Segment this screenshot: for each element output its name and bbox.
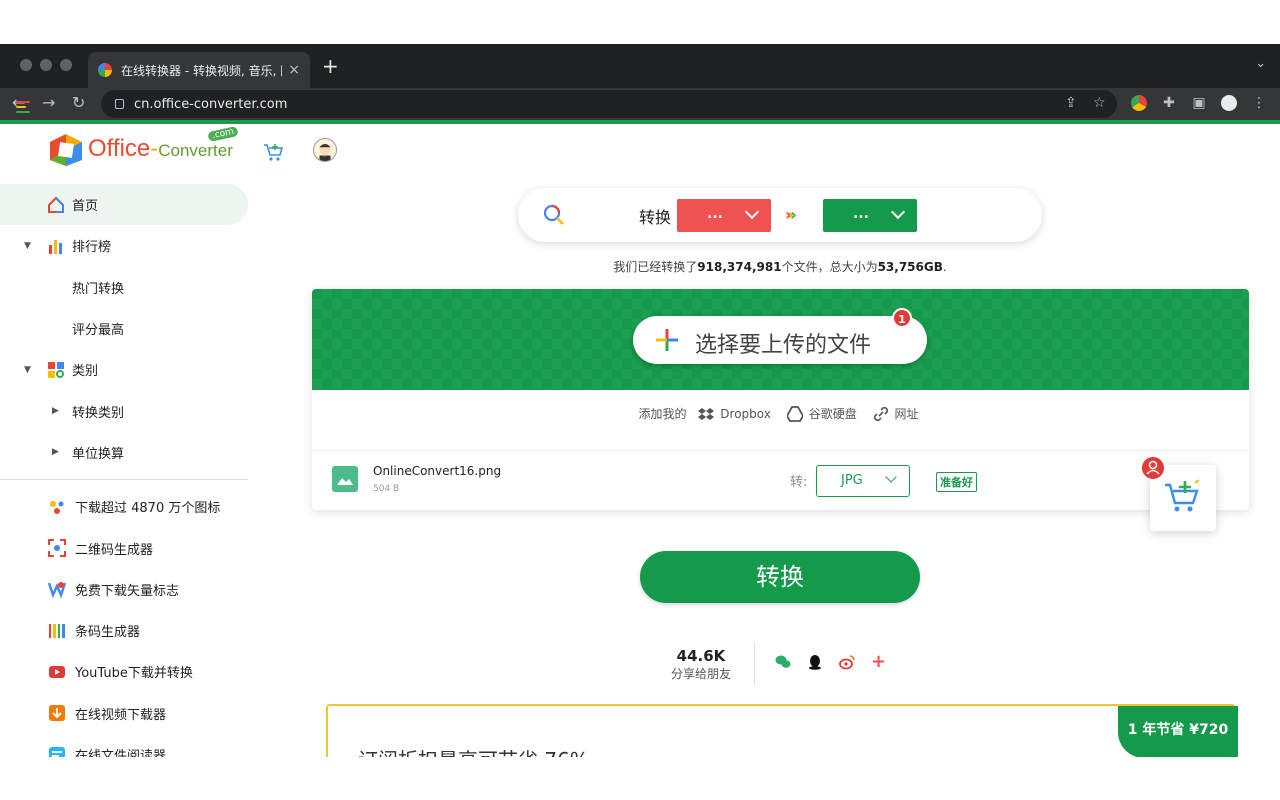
tab-title: 在线转换器 - 转换视频, 音乐, 图像 (121, 63, 282, 78)
user-face-icon (319, 143, 331, 161)
dropbox-icon (698, 407, 715, 420)
floating-cart-widget[interactable] (1140, 455, 1216, 531)
url-text[interactable]: cn.office-converter.com (134, 97, 287, 112)
add-from-label: 添加我的 (638, 407, 687, 421)
caret-down-icon[interactable]: ▼ (24, 241, 31, 251)
choose-file-label: 选择要上传的文件 (695, 333, 872, 358)
convert-label: 转换 (639, 208, 672, 227)
search-icon[interactable] (542, 203, 566, 227)
from-format-select[interactable]: ... (677, 199, 771, 232)
browser-tab-bar: 在线转换器 - 转换视频, 音乐, 图像 × + ⌄ (0, 44, 1280, 88)
direction-arrows-icon: ››› (785, 205, 796, 224)
sidebar-tool-icons[interactable]: 下载超过 4870 万个图标 (0, 486, 248, 527)
chevron-down-icon (890, 204, 906, 220)
convert-to-label: 转: (790, 475, 808, 490)
window-controls[interactable] (20, 59, 72, 71)
kebab-menu-icon[interactable]: ⋮ (1251, 95, 1267, 111)
shopping-cart-icon (1165, 479, 1200, 512)
caret-right-icon[interactable]: ▶ (52, 406, 59, 416)
share-divider (754, 642, 755, 684)
share-icon[interactable]: ⇪ (1065, 95, 1077, 111)
conversion-search-bar: 转换 ... ››› ... (518, 188, 1042, 242)
dropbox-link[interactable]: Dropbox (698, 406, 775, 422)
home-icon (48, 196, 64, 213)
sidebar-item-categories[interactable]: ▼ 类别 (0, 349, 248, 390)
bookmark-star-icon[interactable]: ☆ (1093, 95, 1106, 111)
conversion-stats: 我们已经转换了918,374,981个文件，总大小为53,756GB. (613, 260, 947, 274)
qr-scan-icon (48, 539, 66, 558)
sidebar-item-conversion-categories[interactable]: ▶ 转换类别 (0, 390, 248, 431)
chrome-extension-icon[interactable] (1131, 95, 1147, 111)
file-name: OnlineConvert16.png (373, 464, 502, 478)
wechat-icon[interactable] (775, 654, 791, 670)
chevron-down-icon (885, 471, 897, 483)
sidebar-tool-qrcode[interactable]: 二维码生成器 (0, 527, 248, 568)
google-drive-icon (786, 405, 803, 422)
cart-icon[interactable] (262, 141, 284, 163)
convert-button[interactable]: 转换 (640, 551, 920, 603)
site-logo[interactable]: Office-Converter .com (48, 125, 239, 168)
sidebar-tool-vector-logos[interactable]: 免费下载矢量标志 (0, 569, 248, 610)
window-bottom-margin (0, 757, 1280, 800)
logo-cube-icon (50, 134, 82, 166)
caret-right-icon[interactable]: ▶ (52, 447, 59, 457)
qq-icon[interactable] (807, 654, 823, 670)
image-file-icon (332, 466, 358, 492)
chevron-down-icon (744, 204, 760, 220)
sidebar-tool-youtube[interactable]: YouTube下载并转换 (0, 651, 248, 692)
url-link[interactable]: 网址 (873, 405, 923, 422)
extensions-puzzle-icon[interactable]: ✚ (1161, 95, 1177, 111)
sidebar-item-home[interactable]: 首页 (0, 184, 248, 226)
link-icon (873, 406, 888, 421)
sidebar-item-top-rated[interactable]: 评分最高 (0, 308, 248, 349)
youtube-icon (49, 665, 65, 678)
new-tab-button[interactable]: + (322, 54, 339, 78)
address-bar[interactable]: cn.office-converter.com ⇪ ☆ (101, 90, 1117, 118)
more-share-plus-icon[interactable]: + (871, 651, 887, 672)
reload-icon[interactable]: ↻ (72, 93, 85, 112)
upload-sources: 添加我的 Dropbox 谷歌硬盘 网址 (312, 405, 1249, 435)
lock-icon[interactable] (115, 99, 124, 109)
upload-banner: 选择要上传的文件 1 (312, 289, 1249, 390)
browser-toolbar: ← → ↻ cn.office-converter.com ⇪ ☆ ✚ ▣ ⋮ (0, 88, 1280, 120)
status-badge: 准备好 (936, 472, 977, 492)
vector-logo-icon (48, 582, 66, 599)
icons-dots-icon (50, 500, 64, 514)
maximize-window-button[interactable] (60, 59, 72, 71)
hamburger-menu-icon[interactable] (16, 101, 30, 116)
weibo-icon[interactable] (839, 654, 855, 670)
browser-tab[interactable]: 在线转换器 - 转换视频, 音乐, 图像 × (88, 52, 310, 88)
user-avatar[interactable] (313, 138, 337, 162)
output-format-select[interactable]: JPG (816, 465, 910, 497)
page-top-accent-line (0, 120, 1280, 124)
file-count-badge: 1 (892, 308, 912, 328)
upload-card: 选择要上传的文件 1 添加我的 Dropbox 谷歌硬盘 网址 OnlineCo… (312, 289, 1249, 510)
share-counter: 44.6K 分享给朋友 (670, 647, 731, 681)
file-row: OnlineConvert16.png 504 B 转: JPG 准备好 (312, 451, 1249, 510)
minimize-window-button[interactable] (40, 59, 52, 71)
close-window-button[interactable] (20, 59, 32, 71)
google-drive-link[interactable]: 谷歌硬盘 (786, 405, 861, 422)
profile-avatar-icon[interactable] (1221, 95, 1237, 111)
video-download-icon (49, 705, 65, 722)
side-panel-icon[interactable]: ▣ (1191, 95, 1207, 111)
bar-chart-icon (49, 239, 62, 254)
user-badge-icon[interactable] (1140, 455, 1166, 481)
categories-grid-icon (48, 361, 64, 378)
promo-savings-tag: 1 年节省 ¥720 (1118, 706, 1238, 758)
plus-icon (656, 329, 678, 351)
sidebar-item-unit-conversion[interactable]: ▶ 单位换算 (0, 432, 248, 473)
caret-down-icon[interactable]: ▼ (24, 365, 31, 375)
sidebar-tool-barcode[interactable]: 条码生成器 (0, 610, 248, 651)
tab-search-chevron-icon[interactable]: ⌄ (1255, 56, 1266, 71)
site-favicon-icon (98, 63, 112, 77)
file-size: 504 B (373, 484, 400, 494)
to-format-select[interactable]: ... (823, 199, 917, 232)
choose-file-button[interactable]: 选择要上传的文件 (633, 316, 927, 364)
forward-arrow-icon[interactable]: → (42, 93, 55, 112)
tab-close-icon[interactable]: × (288, 62, 300, 78)
barcode-icon (49, 623, 65, 638)
sidebar-tool-video-downloader[interactable]: 在线视频下载器 (0, 693, 248, 734)
sidebar-divider (0, 479, 248, 481)
